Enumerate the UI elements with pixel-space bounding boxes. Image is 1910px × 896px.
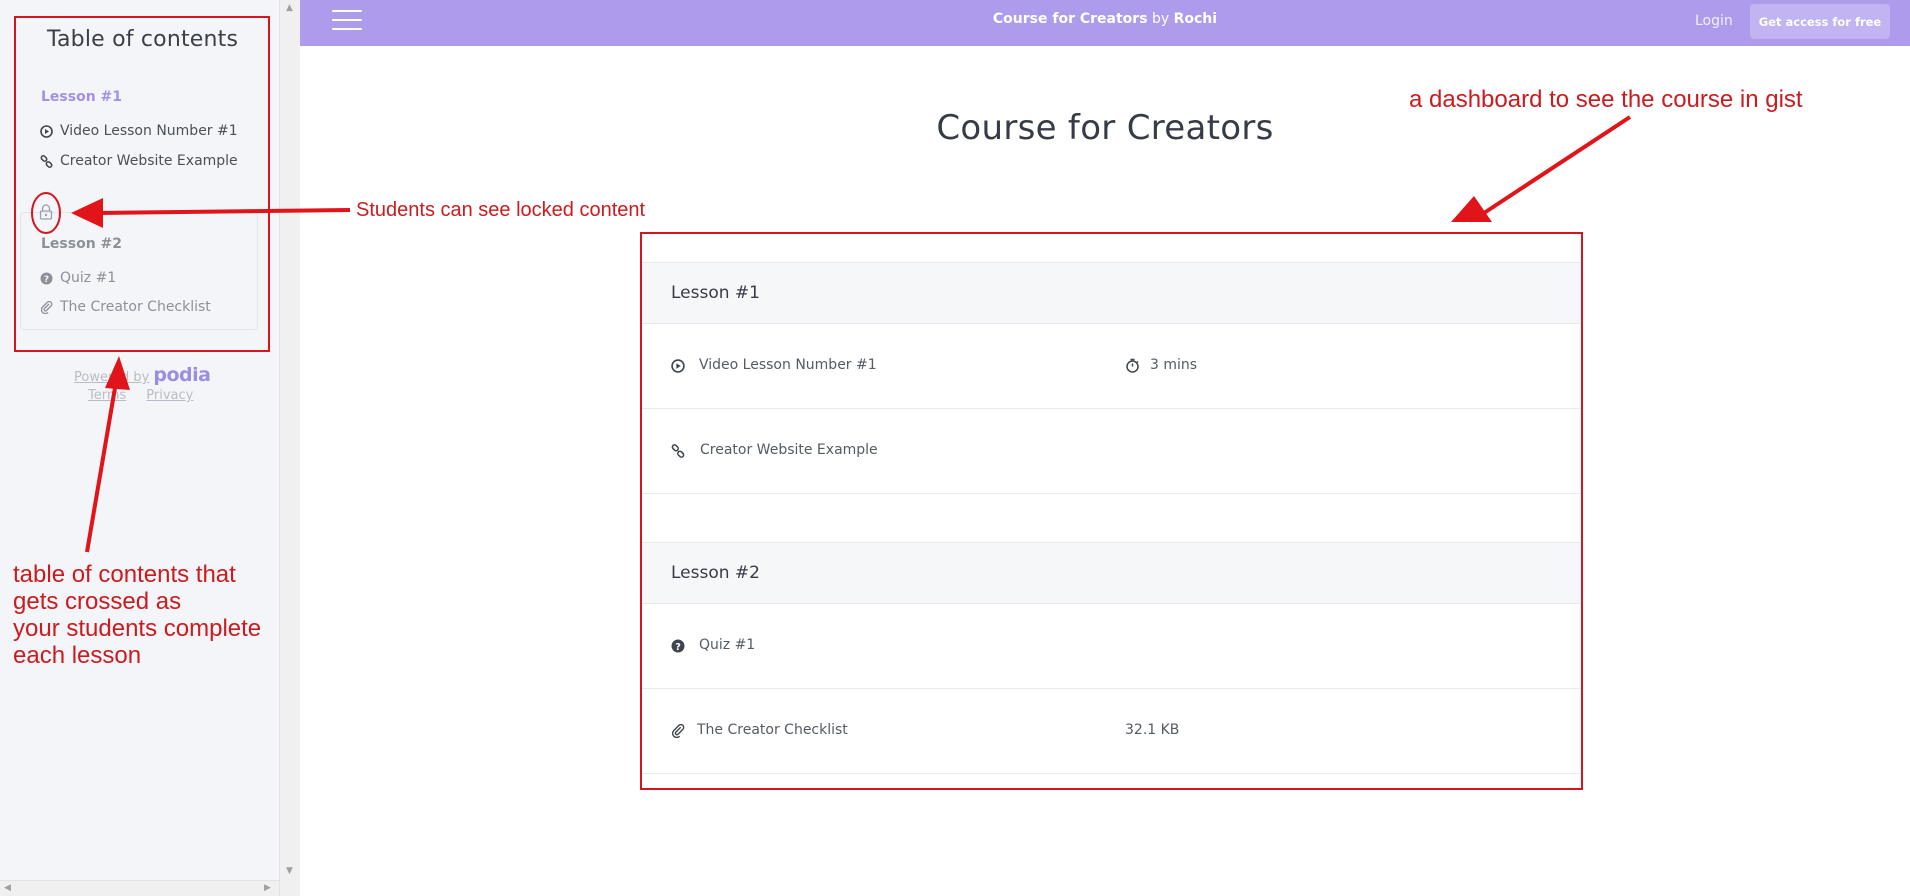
annotation-toc-line: your students complete <box>13 615 262 642</box>
annotation-toc-line: each lesson <box>13 642 142 669</box>
page-title: Course for Creators <box>936 108 1274 148</box>
annotation-toc-line: table of contents that <box>13 561 236 588</box>
annotation-box-dashboard <box>640 232 1583 790</box>
scroll-left-icon[interactable]: ◀ <box>4 883 11 893</box>
nav-author: Rochi <box>1173 11 1218 27</box>
podia-logo[interactable]: podia <box>153 364 211 386</box>
scroll-right-icon[interactable]: ▶ <box>264 883 271 893</box>
scroll-down-icon[interactable]: ▼ <box>286 866 293 876</box>
scroll-up-icon[interactable]: ▲ <box>286 3 293 13</box>
powered-by-label: Powered by <box>74 370 150 385</box>
sidebar-horizontal-scrollbar[interactable]: ◀ ▶ <box>0 880 279 896</box>
nav-by: by <box>1151 11 1170 27</box>
privacy-link[interactable]: Privacy <box>146 388 193 403</box>
annotation-toc: table of contents that gets crossed as y… <box>13 561 261 669</box>
annotation-locked-content: Students can see locked content <box>356 199 646 221</box>
annotation-dashboard: a dashboard to see the course in gist <box>1409 86 1803 113</box>
sidebar-scrollbar[interactable]: ▲ ▼ <box>279 0 300 896</box>
annotation-toc-line: gets crossed as <box>13 588 182 615</box>
get-access-button[interactable]: Get access for free <box>1750 4 1890 39</box>
terms-link[interactable]: Terms <box>88 388 126 403</box>
login-link[interactable]: Login <box>1695 13 1733 29</box>
powered-by[interactable]: Powered by podia <box>74 364 211 386</box>
nav-course-title: Course for Creators by Rochi <box>300 11 1910 27</box>
annotation-box-toc <box>14 16 270 352</box>
nav-course-name: Course for Creators <box>992 11 1148 27</box>
legal-links: Terms Privacy <box>88 388 193 403</box>
top-nav: Course for Creators by Rochi Login Get a… <box>300 0 1910 46</box>
